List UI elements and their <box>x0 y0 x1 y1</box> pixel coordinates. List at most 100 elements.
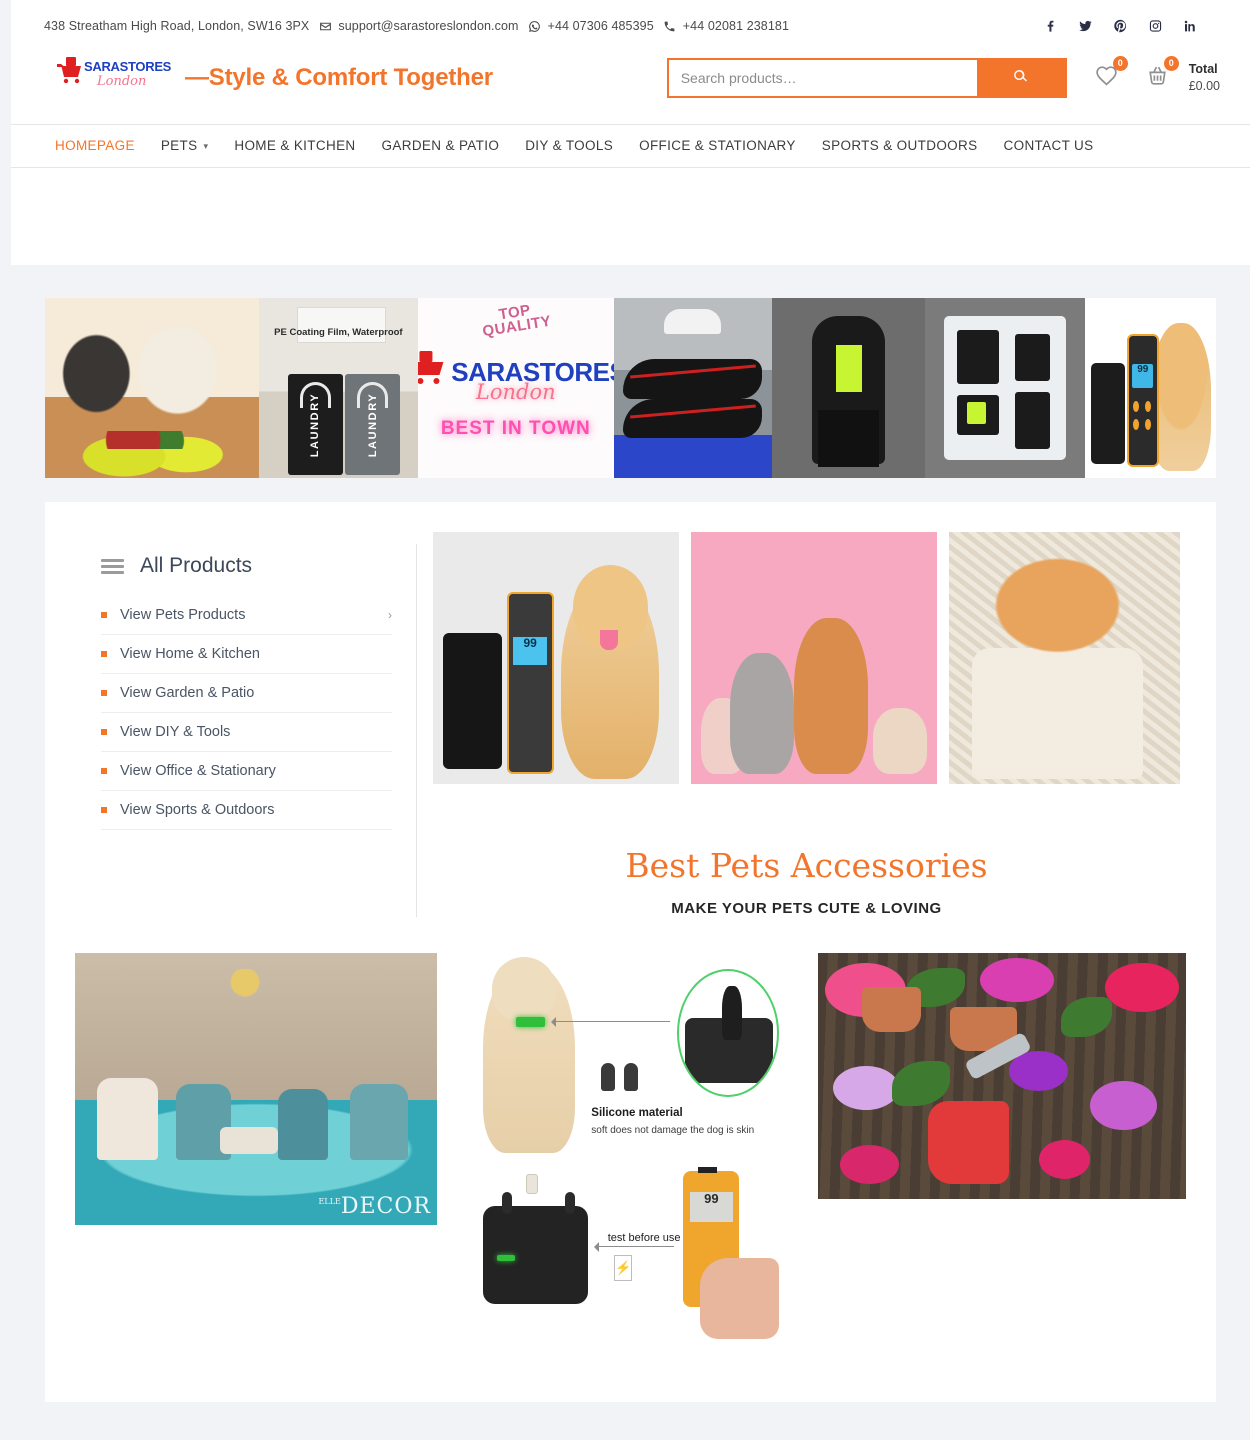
kit-jacket <box>956 330 999 385</box>
site-logo[interactable]: SARASTORES London <box>51 54 181 102</box>
test-caption: test before use <box>607 1231 681 1244</box>
search-icon <box>1012 68 1029 88</box>
bullet-icon <box>101 651 107 657</box>
contact-prong-right <box>564 1191 575 1214</box>
banner-sports-kit[interactable] <box>924 298 1086 478</box>
sidebar-item-label: View Sports & Outdoors <box>120 802 275 818</box>
golden-retriever <box>1150 323 1211 471</box>
kit-neon-accent <box>966 402 986 424</box>
nav-item-diy-tools[interactable]: DIY & TOOLS <box>525 137 613 155</box>
shoe-cap <box>664 308 722 334</box>
nav-link-contact-us[interactable]: CONTACT US <box>1004 138 1094 153</box>
ceiling-lamp <box>205 969 285 1002</box>
main-navigation: HOMEPAGE PETS ▾ HOME & KITCHEN GARDEN & … <box>11 124 1250 168</box>
sidebar-item-garden-patio[interactable]: View Garden & Patio <box>101 674 392 713</box>
whatsapp-text: +44 07306 485395 <box>547 19 654 33</box>
armchair-teal-2 <box>277 1089 329 1160</box>
red-gardening-gloves <box>928 1100 1010 1185</box>
nav-item-contact-us[interactable]: CONTACT US <box>1004 137 1094 155</box>
dog-collar-photo: 99 <box>1085 298 1216 478</box>
nav-link-pets[interactable]: PETS ▾ <box>161 138 209 153</box>
nav-link-home-kitchen[interactable]: HOME & KITCHEN <box>234 138 355 153</box>
sidebar-item-label: View Pets Products <box>120 607 246 623</box>
sidebar-item-diy-tools[interactable]: View DIY & Tools <box>101 713 392 752</box>
leaf-3 <box>891 1061 951 1106</box>
phone-item[interactable]: +44 02081 238181 <box>663 19 789 33</box>
nav-link-diy-tools[interactable]: DIY & TOOLS <box>525 138 613 153</box>
banner-brand-card[interactable]: TOP QUALITY SARASTORES London BEST IN TO… <box>417 298 614 478</box>
product-search-form[interactable] <box>666 58 1067 98</box>
cart-total-label: Total <box>1188 62 1218 77</box>
remote-button <box>1145 400 1152 413</box>
running-shoes-photo <box>613 298 772 478</box>
nav-item-homepage[interactable]: HOMEPAGE <box>55 137 135 155</box>
sarastores-logo-icon: SARASTORES London <box>51 54 181 102</box>
sports-kit-photo <box>924 298 1086 478</box>
search-input[interactable] <box>668 60 977 96</box>
instagram-icon[interactable] <box>1148 18 1163 34</box>
tile-pets-group-pink[interactable] <box>691 532 937 784</box>
laundry-caption: PE Coating Film, Waterproof <box>274 326 403 338</box>
ginger-kitten <box>985 552 1130 669</box>
image-collar-test-before-use[interactable]: test before use ⚡ 99 <box>463 1167 792 1342</box>
phone-text: +44 02081 238181 <box>682 19 790 33</box>
image-garden-tools-flowers[interactable] <box>818 953 1186 1342</box>
chevron-down-icon: ▾ <box>203 141 209 151</box>
facebook-icon[interactable] <box>1043 18 1058 34</box>
tile-dog-training-collar[interactable]: 99 <box>433 532 679 784</box>
collar-closeup-circle <box>676 969 779 1097</box>
flower-purple-1 <box>1009 1051 1069 1091</box>
collar-receiver-unit <box>482 1205 588 1304</box>
search-submit-button[interactable] <box>976 60 1065 96</box>
email-item[interactable]: support@sarastoreslondon.com <box>318 19 518 33</box>
nav-item-garden-patio[interactable]: GARDEN & PATIO <box>382 137 500 155</box>
banner-sportswear-model[interactable] <box>771 298 925 478</box>
sidebar-item-pets[interactable]: View Pets Products › <box>101 596 392 635</box>
promo-banner-section: PE Coating Film, Waterproof LAUNDRY LAUN… <box>11 265 1250 502</box>
banner-pet-food[interactable] <box>45 298 259 478</box>
nav-link-homepage[interactable]: HOMEPAGE <box>55 138 135 153</box>
linkedin-icon[interactable] <box>1183 18 1198 34</box>
nav-item-sports-outdoors[interactable]: SPORTS & OUTDOORS <box>822 137 978 155</box>
flower-pink-2 <box>1038 1139 1091 1180</box>
banner-dog-collar[interactable]: 99 <box>1085 298 1216 478</box>
banner-laundry-baskets[interactable]: PE Coating Film, Waterproof LAUNDRY LAUN… <box>258 298 418 478</box>
holding-hand <box>699 1258 779 1339</box>
showcase-heading-block: Best Pets Accessories MAKE YOUR PETS CUT… <box>433 846 1180 917</box>
lightning-bolt-icon: ⚡ <box>614 1254 633 1281</box>
nav-item-home-kitchen[interactable]: HOME & KITCHEN <box>234 137 355 155</box>
whatsapp-item[interactable]: +44 07306 485395 <box>528 19 654 33</box>
tile-kitten-sweater[interactable] <box>949 532 1180 784</box>
nav-item-pets[interactable]: PETS ▾ <box>161 137 209 155</box>
sidebar-item-home-kitchen[interactable]: View Home & Kitchen <box>101 635 392 674</box>
image-collar-silicone-detail[interactable]: Silicone material soft does not damage t… <box>463 953 792 1153</box>
model-legs <box>817 409 879 468</box>
banner-running-shoes[interactable] <box>613 298 772 478</box>
nav-link-garden-patio[interactable]: GARDEN & PATIO <box>382 138 500 153</box>
image-living-room-decor[interactable]: ELLEDECOR <box>75 953 437 1342</box>
nav-link-sports-outdoors[interactable]: SPORTS & OUTDOORS <box>822 138 978 153</box>
showcase-subheading: MAKE YOUR PETS CUTE & LOVING <box>671 900 942 917</box>
wishlist-button[interactable]: 0 <box>1093 56 1128 93</box>
nav-label-pets: PETS <box>160 138 198 153</box>
sidebar-item-sports-outdoors[interactable]: View Sports & Outdoors <box>101 791 392 830</box>
bullet-icon <box>101 729 107 735</box>
nav-item-office-stationary[interactable]: OFFICE & STATIONARY <box>639 137 796 155</box>
main-content-card: All Products View Pets Products › View H… <box>45 502 1216 1402</box>
nav-link-office-stationary[interactable]: OFFICE & STATIONARY <box>639 138 796 153</box>
pinterest-icon[interactable] <box>1113 18 1128 34</box>
brand-card-art: TOP QUALITY SARASTORES London BEST IN TO… <box>417 298 614 478</box>
email-text: support@sarastoreslondon.com <box>338 19 519 33</box>
cart-button[interactable]: 0 <box>1144 56 1179 93</box>
sidebar-item-office-stationary[interactable]: View Office & Stationary <box>101 752 392 791</box>
decor-watermark-text: DECOR <box>340 1194 431 1219</box>
grey-poodle <box>730 652 795 774</box>
coffee-table <box>219 1127 278 1155</box>
sidebar-header[interactable]: All Products <box>101 554 392 578</box>
remote-button <box>1132 400 1139 413</box>
content-top-section: All Products View Pets Products › View H… <box>71 532 1190 917</box>
pet-food-photo <box>45 298 259 478</box>
twitter-icon[interactable] <box>1078 18 1093 34</box>
leaf-2 <box>1060 997 1113 1037</box>
callout-arrow <box>550 1017 671 1027</box>
